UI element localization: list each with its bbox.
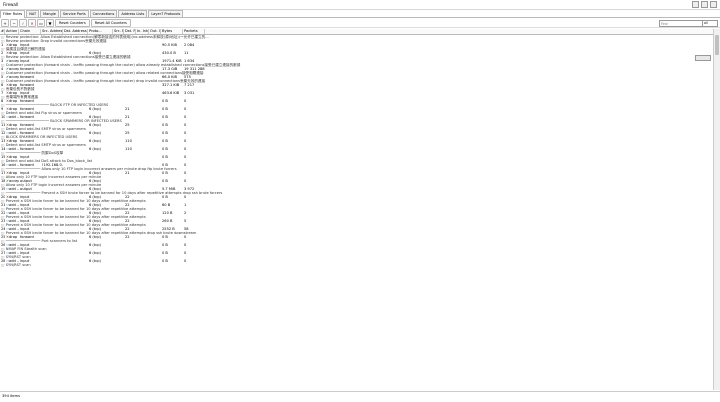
- column-header-dst-port[interactable]: Dst. Port: [124, 29, 136, 34]
- column-header-packets[interactable]: Packets: [183, 29, 205, 34]
- tab-layer7-protocols[interactable]: Layer7 Protocols: [148, 10, 183, 17]
- add-button[interactable]: +: [1, 19, 9, 27]
- tab-filter-rules[interactable]: Filter Rules: [0, 10, 25, 18]
- comment-button[interactable]: ▭: [37, 19, 45, 27]
- rule-row[interactable]: 0✔acceptinput192.168.0....57.1 MiB835 72…: [695, 55, 711, 61]
- column-header-bytes[interactable]: Bytes: [161, 29, 183, 34]
- reset-all-counters-button[interactable]: Reset All Counters: [91, 19, 131, 27]
- tab-nat[interactable]: NAT: [26, 10, 39, 17]
- column-header-src-address[interactable]: Src. Address: [41, 29, 63, 34]
- disable-button[interactable]: ✕: [28, 19, 36, 27]
- window-title: Firewall: [3, 2, 18, 7]
- tab-bar: Filter Rules NAT Mangle Service Ports Co…: [0, 10, 720, 18]
- search-input[interactable]: [659, 20, 703, 27]
- column-header-in-interface[interactable]: In. Inte...: [136, 29, 149, 34]
- column-header-src-port[interactable]: Src. Port: [113, 29, 124, 34]
- tab-address-lists[interactable]: Address Lists: [118, 10, 147, 17]
- item-count: 394 items: [2, 394, 20, 398]
- window-titlebar: Firewall: [0, 0, 720, 10]
- enable-button[interactable]: ✓: [19, 19, 27, 27]
- column-header-dst-address[interactable]: Dst. Address: [63, 29, 88, 34]
- chain-filter-select[interactable]: all: [702, 20, 718, 27]
- toolbar: + − ✓ ✕ ▭ ▼ Reset Counters Reset All Cou…: [0, 19, 720, 28]
- filter-button[interactable]: ▼: [46, 19, 54, 27]
- rule-comment-row[interactable]: ;;; SYN/RST scan: [0, 263, 713, 267]
- close-icon[interactable]: [710, 1, 717, 8]
- remove-button[interactable]: −: [10, 19, 18, 27]
- rules-table-body: ;;; Review protection: Allow Established…: [0, 35, 713, 390]
- vertical-scrollbar[interactable]: [713, 29, 720, 390]
- rule-packets-cell: 835 728: [709, 56, 710, 60]
- scrollbar-thumb[interactable]: [715, 35, 719, 55]
- column-header-protocol[interactable]: Proto...: [88, 29, 113, 34]
- tab-service-ports[interactable]: Service Ports: [60, 10, 89, 17]
- tab-connections[interactable]: Connections: [90, 10, 118, 17]
- tab-mangle[interactable]: Mangle: [40, 10, 59, 17]
- reset-counters-button[interactable]: Reset Counters: [55, 19, 90, 27]
- window-controls: [692, 1, 717, 8]
- maximize-icon[interactable]: [701, 1, 708, 8]
- column-header-chain[interactable]: Chain: [19, 29, 41, 34]
- column-header-out-interface[interactable]: Out. Int...: [149, 29, 161, 34]
- rule-comment-text: ;;; SYN/RST scan: [0, 263, 700, 267]
- column-header-action[interactable]: Action: [5, 29, 19, 34]
- minimize-icon[interactable]: [692, 1, 699, 8]
- status-bar: 394 items: [0, 391, 720, 402]
